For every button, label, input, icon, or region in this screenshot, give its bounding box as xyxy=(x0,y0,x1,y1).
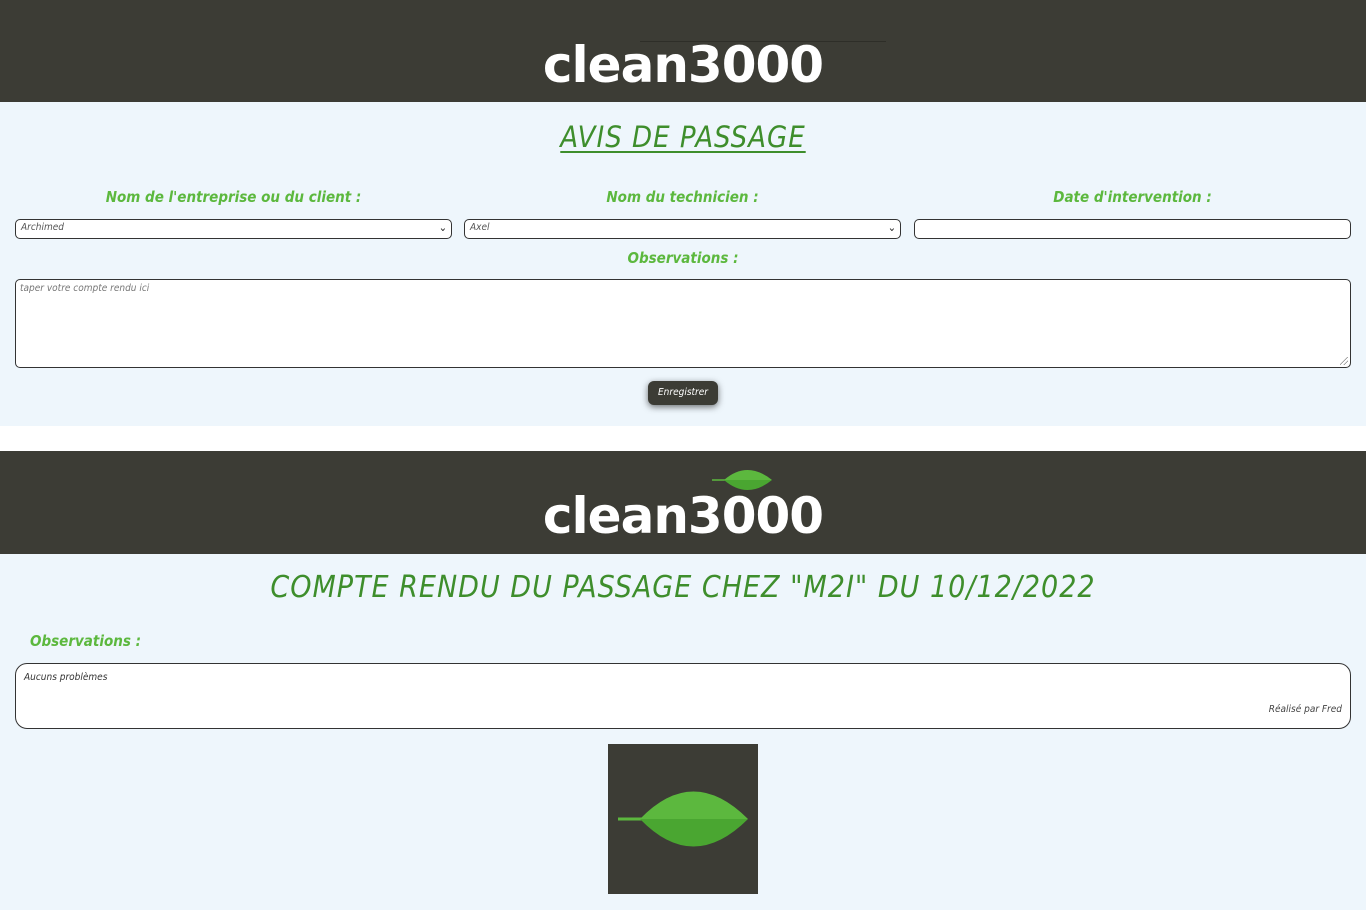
report-title: COMPTE RENDU DU PASSAGE CHEZ "M2I" DU 10… xyxy=(270,570,1096,605)
leaf-icon xyxy=(618,791,748,847)
report-text: Aucuns problèmes xyxy=(24,672,108,683)
chevron-down-icon: ⌄ xyxy=(438,221,447,234)
report-header: clean3000 xyxy=(0,451,1366,554)
observations-textarea[interactable]: taper votre compte rendu ici xyxy=(15,279,1351,368)
brand-logo: clean3000 xyxy=(542,487,824,545)
report-author: Réalisé par Fred xyxy=(1268,704,1342,715)
brand-logo: clean3000 xyxy=(542,36,824,94)
form-title: AVIS DE PASSAGE xyxy=(560,120,806,154)
client-select-value: Archimed xyxy=(21,222,65,233)
technician-select-value: Axel xyxy=(470,222,490,233)
visit-form-panel: AVIS DE PASSAGE Nom de l'entreprise ou d… xyxy=(0,102,1366,426)
client-label: Nom de l'entreprise ou du client : xyxy=(105,188,362,206)
observations-label: Observations : xyxy=(627,249,739,267)
date-input[interactable] xyxy=(914,219,1351,239)
top-header: clean3000 xyxy=(0,0,1366,103)
report-panel: COMPTE RENDU DU PASSAGE CHEZ "M2I" DU 10… xyxy=(0,554,1366,910)
technician-select[interactable]: Axel ⌄ xyxy=(464,219,901,239)
client-select[interactable]: Archimed ⌄ xyxy=(15,219,452,239)
chevron-down-icon: ⌄ xyxy=(887,221,896,234)
leaf-logo-image xyxy=(608,744,758,894)
technician-label: Nom du technicien : xyxy=(606,188,759,206)
report-box: Aucuns problèmes Réalisé par Fred xyxy=(15,663,1351,729)
date-label: Date d'intervention : xyxy=(1053,188,1212,206)
resize-grip-icon[interactable] xyxy=(1340,357,1348,365)
report-observations-label: Observations : xyxy=(30,632,141,650)
observations-placeholder: taper votre compte rendu ici xyxy=(20,283,150,294)
save-button[interactable]: Enregistrer xyxy=(648,381,718,405)
